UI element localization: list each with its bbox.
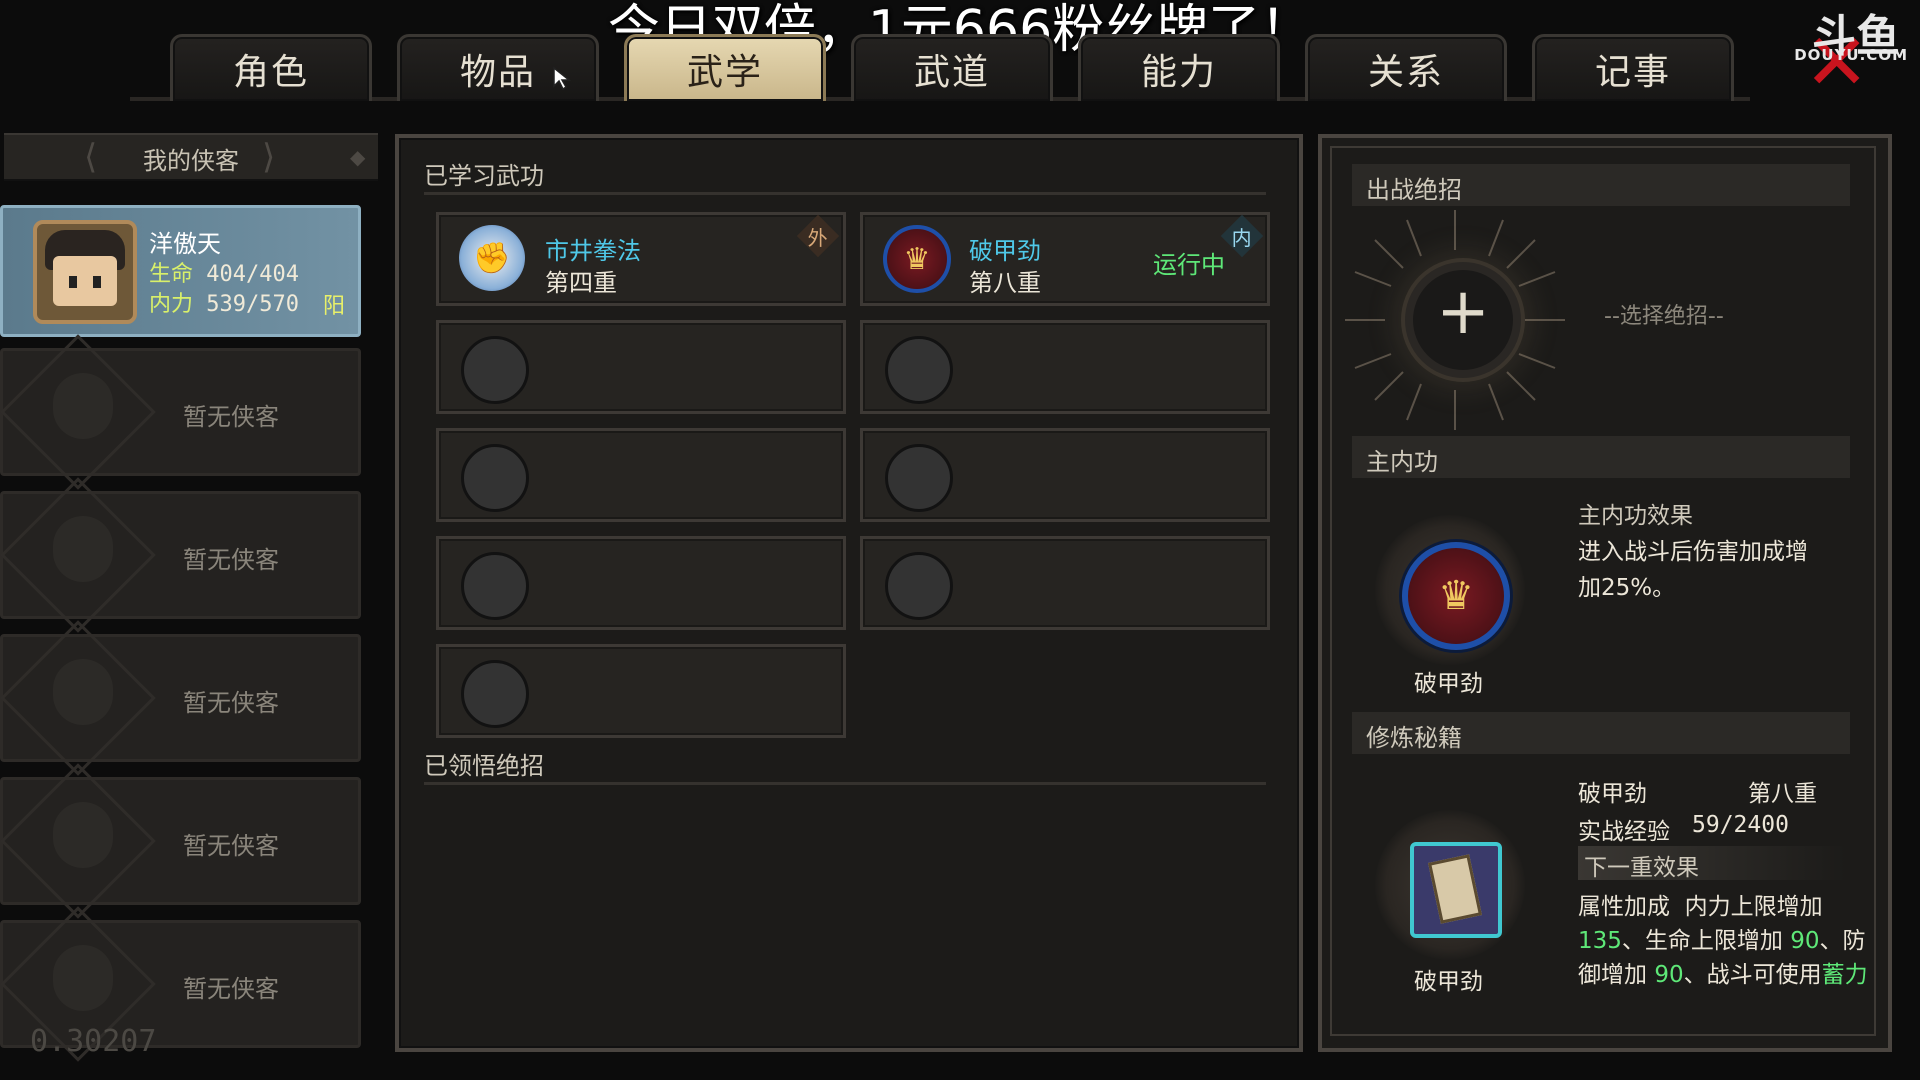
attr-text-1: 内力上限增加 [1684, 894, 1823, 920]
manual-book-icon[interactable] [1410, 842, 1502, 938]
skill-slot-armor-break[interactable]: ♛ 破甲劲 第八重 运行中 内 [860, 212, 1270, 306]
empty-skill-slot[interactable] [436, 428, 846, 522]
divider [424, 782, 1266, 785]
empty-companion-slot[interactable]: 暂无侠客 [0, 477, 361, 633]
tab-relations[interactable]: 关系 [1305, 34, 1507, 101]
internal-tag-badge: 内 [1220, 214, 1264, 258]
version-label: 0.30207 [30, 1024, 157, 1059]
main-effect-title: 主内功效果 [1578, 503, 1693, 529]
attr-label: 属性加成 [1578, 894, 1670, 920]
empty-skill-slot[interactable] [436, 536, 846, 630]
battle-ultimate-title: 出战绝招 [1366, 176, 1462, 204]
tab-abilities[interactable]: 能力 [1078, 34, 1280, 101]
main-effect-text: 进入战斗后伤害加成增加25%。 [1578, 539, 1808, 601]
silhouette-icon [53, 802, 113, 868]
empty-skill-slot[interactable] [860, 536, 1270, 630]
attr-value-3: 90 [1654, 962, 1684, 988]
companion-list-header: ⟨ 我的侠客 ⟩ ◆ [4, 133, 378, 181]
skill-level: 第八重 [969, 269, 1041, 297]
diamond-icon: ◆ [350, 145, 366, 169]
avatar [33, 220, 137, 324]
training-skill-name: 破甲劲 [1578, 781, 1647, 807]
training-skill-level: 第八重 [1748, 781, 1817, 807]
tab-character[interactable]: 角色 [170, 34, 372, 101]
hp-value: 404/404 [206, 262, 299, 287]
skill-name: 市井拳法 [545, 237, 641, 265]
battle-ultimate-header: 出战绝招 [1352, 164, 1850, 206]
character-name: 洋傲天 [149, 230, 221, 258]
attr-value-2: 90 [1790, 928, 1820, 954]
main-internal-title: 主内功 [1366, 448, 1438, 476]
hp-label: 生命 [149, 262, 194, 287]
tab-items-label: 物品 [459, 52, 536, 93]
character-hp: 生命 404/404 [149, 256, 299, 288]
empty-skill-slot[interactable] [860, 428, 1270, 522]
empty-companion-slot[interactable]: 暂无侠客 [0, 763, 361, 919]
mp-value: 539/570 [206, 292, 299, 317]
companion-list-title: 我的侠客 [143, 147, 239, 175]
mouse-cursor-icon [553, 66, 572, 91]
tab-martial-way[interactable]: 武道 [851, 34, 1053, 101]
empty-slot-circle [461, 552, 529, 620]
attribute-bonus-text: 属性加成 内力上限增加 135、生命上限增加 90、防御增加 90、战斗可使用蓄… [1578, 890, 1878, 992]
empty-skill-slot[interactable] [436, 644, 846, 738]
empty-slot-circle [461, 444, 529, 512]
skill-level: 第四重 [545, 269, 617, 297]
main-internal-skill-icon[interactable]: ♛ [1402, 542, 1510, 650]
douyu-logo-subtext: DOUYU.COM [1794, 46, 1908, 64]
empty-slot-circle [461, 336, 529, 404]
ultimate-skills-title: 已领悟绝招 [424, 752, 544, 780]
choose-ultimate-hint: --选择绝招-- [1604, 304, 1724, 329]
exp-value: 59/2400 [1692, 812, 1789, 838]
external-tag-label: 外 [808, 225, 828, 250]
empty-slot-label: 暂无侠客 [183, 832, 279, 860]
empty-companion-slot[interactable]: 暂无侠客 [0, 620, 361, 776]
empty-slot-circle [461, 660, 529, 728]
mp-label: 内力 [149, 292, 194, 317]
external-tag-badge: 外 [796, 214, 840, 258]
training-manual-title: 修炼秘籍 [1366, 724, 1462, 752]
skill-slot-street-fist[interactable]: ✊ 市井拳法 第四重 外 [436, 212, 846, 306]
empty-slot-circle [885, 444, 953, 512]
empty-slot-label: 暂无侠客 [183, 403, 279, 431]
silhouette-icon [53, 373, 113, 439]
empty-skill-slot[interactable] [436, 320, 846, 414]
attr-special: 蓄力 [1821, 962, 1868, 988]
attr-text-4: 、战斗可使用 [1683, 962, 1822, 988]
skill-running-status: 运行中 [1153, 251, 1225, 279]
character-card[interactable]: 洋傲天 生命 404/404 内力 539/570 阳 [0, 205, 361, 337]
tab-martial-arts[interactable]: 武学 [624, 34, 826, 101]
empty-slot-label: 暂无侠客 [183, 689, 279, 717]
armor-break-icon: ♛ [883, 225, 951, 293]
silhouette-icon [53, 516, 113, 582]
next-arrow-icon[interactable]: ⟩ [262, 137, 275, 177]
skill-name: 破甲劲 [969, 237, 1041, 265]
empty-slot-label: 暂无侠客 [183, 975, 279, 1003]
attr-value-1: 135 [1578, 928, 1622, 954]
add-ultimate-button[interactable]: + [1405, 262, 1521, 378]
main-internal-skill-name: 破甲劲 [1414, 671, 1483, 697]
plus-icon: + [1436, 275, 1490, 349]
exp-label: 实战经验 [1578, 819, 1670, 845]
character-mp: 内力 539/570 [149, 286, 299, 318]
manual-book-name: 破甲劲 [1414, 969, 1483, 995]
alignment-badge: 阳 [323, 294, 346, 319]
douyu-logo: ✕ 斗鱼 DOUYU.COM [1790, 0, 1910, 102]
silhouette-icon [53, 659, 113, 725]
empty-slot-circle [885, 336, 953, 404]
divider [424, 192, 1266, 195]
empty-slot-circle [885, 552, 953, 620]
learned-skills-title: 已学习武功 [424, 162, 544, 190]
fist-icon: ✊ [459, 225, 525, 291]
next-level-label: 下一重效果 [1584, 855, 1699, 881]
silhouette-icon [53, 945, 113, 1011]
empty-skill-slot[interactable] [860, 320, 1270, 414]
attr-text-2: 、生命上限增加 [1621, 928, 1783, 954]
main-internal-header: 主内功 [1352, 436, 1850, 478]
internal-tag-label: 内 [1232, 225, 1252, 250]
tab-journal[interactable]: 记事 [1532, 34, 1734, 101]
empty-slot-label: 暂无侠客 [183, 546, 279, 574]
empty-companion-slot[interactable]: 暂无侠客 [0, 334, 361, 490]
training-manual-header: 修炼秘籍 [1352, 712, 1850, 754]
